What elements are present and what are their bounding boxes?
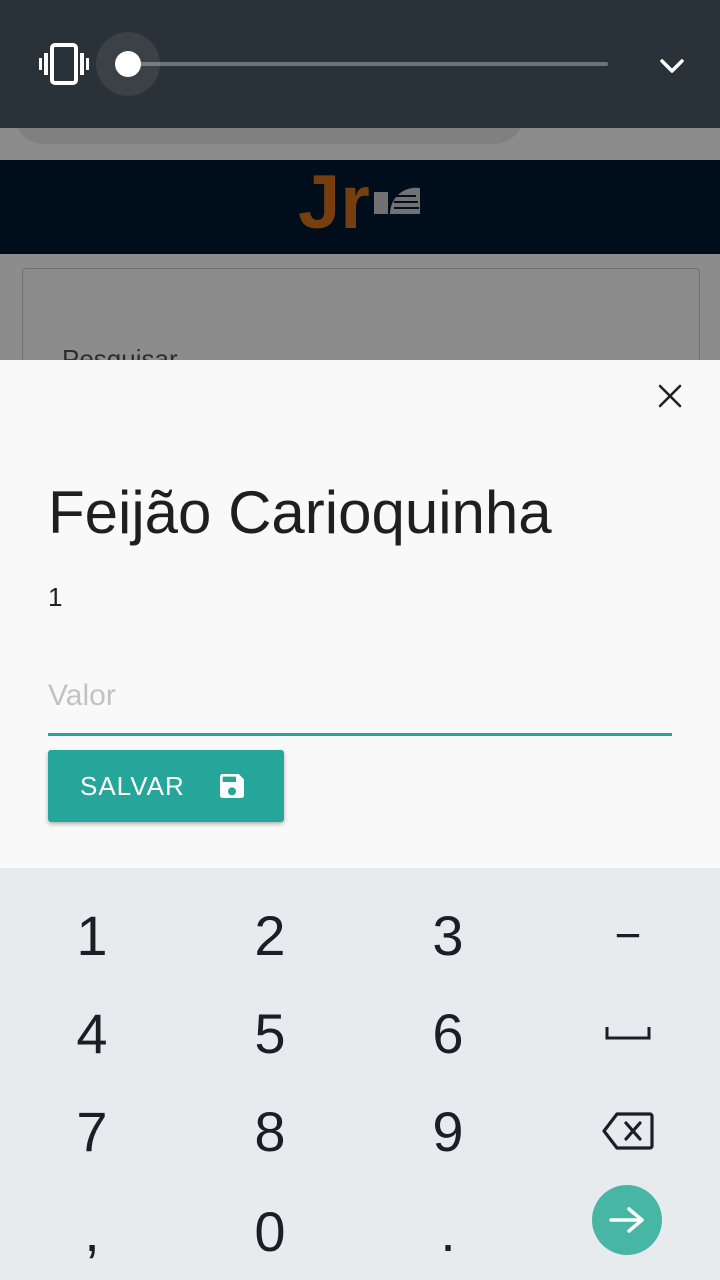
vibrate-icon[interactable] xyxy=(38,42,90,86)
save-button[interactable]: SALVAR xyxy=(48,750,284,822)
key-3[interactable]: 3 xyxy=(358,886,538,984)
save-button-label: SALVAR xyxy=(80,770,185,801)
key-7[interactable]: 7 xyxy=(2,1082,182,1180)
backspace-icon xyxy=(602,1112,654,1150)
dialog-title: Feijão Carioquinha xyxy=(48,479,552,546)
arrow-right-icon xyxy=(609,1207,644,1233)
volume-slider-track[interactable] xyxy=(128,62,608,66)
key-4[interactable]: 4 xyxy=(2,984,182,1082)
scrim xyxy=(0,128,720,360)
key-minus[interactable]: − xyxy=(538,886,718,984)
key-1[interactable]: 1 xyxy=(2,886,182,984)
key-5[interactable]: 5 xyxy=(180,984,360,1082)
key-6[interactable]: 6 xyxy=(358,984,538,1082)
key-space[interactable] xyxy=(538,984,718,1082)
valor-input[interactable] xyxy=(48,668,672,736)
close-icon xyxy=(658,384,682,408)
key-9[interactable]: 9 xyxy=(358,1082,538,1180)
space-icon xyxy=(605,1027,651,1040)
key-backspace[interactable] xyxy=(538,1082,718,1180)
enter-key[interactable] xyxy=(592,1185,662,1255)
close-button[interactable] xyxy=(650,376,690,416)
key-0[interactable]: 0 xyxy=(180,1182,360,1280)
key-8[interactable]: 8 xyxy=(180,1082,360,1180)
key-2[interactable]: 2 xyxy=(180,886,360,984)
save-icon xyxy=(220,774,244,798)
chevron-down-icon[interactable] xyxy=(656,50,688,82)
volume-slider-thumb[interactable] xyxy=(115,51,141,77)
key-comma[interactable]: , xyxy=(2,1182,182,1280)
key-period[interactable]: . xyxy=(358,1182,538,1280)
quantity-text: 1 xyxy=(48,582,63,612)
